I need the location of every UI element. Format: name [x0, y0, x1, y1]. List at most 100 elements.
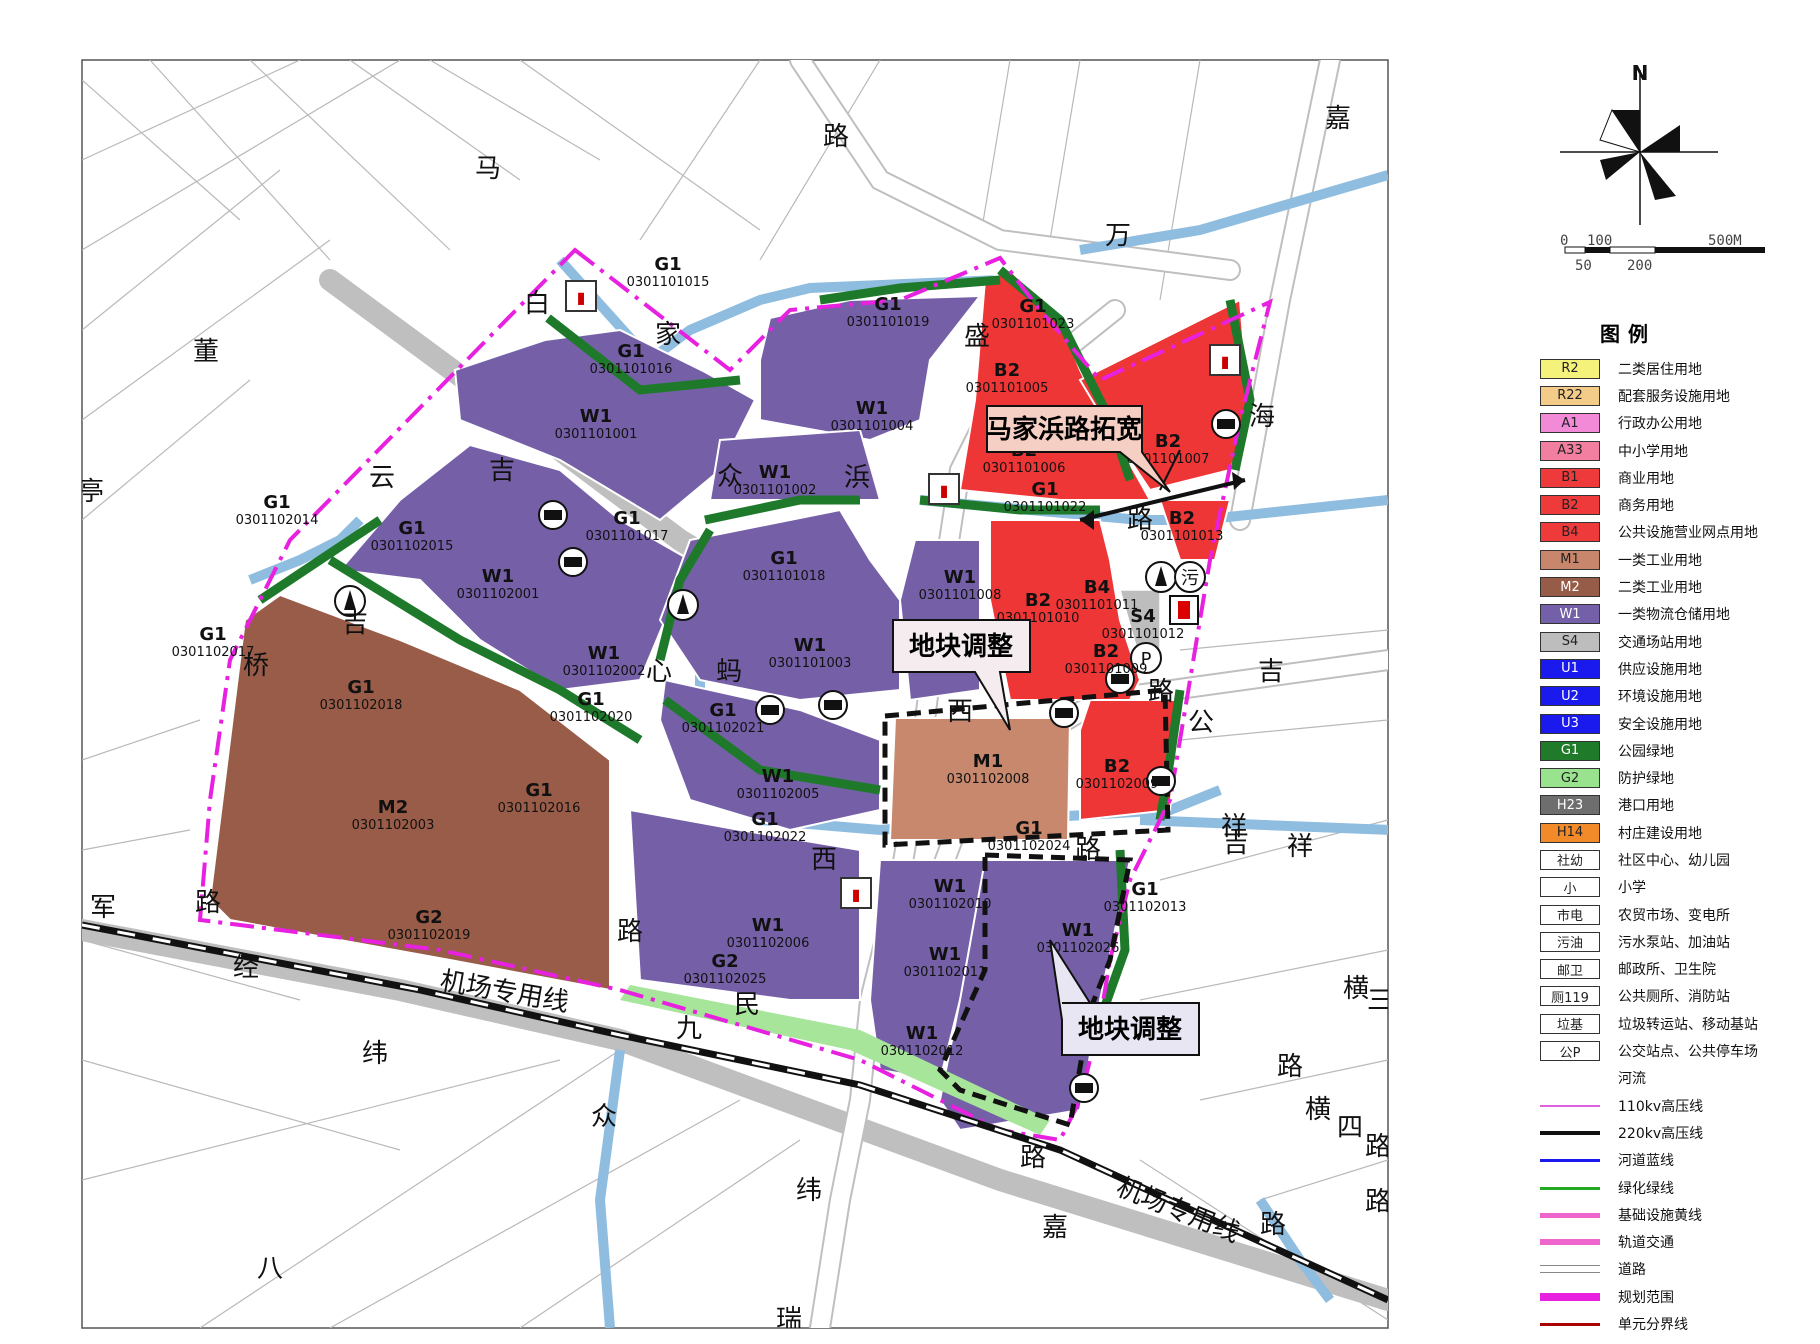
bus-stop-icon: [755, 695, 785, 725]
legend-item: 垃基 垃圾转运站、移动基站: [1540, 1010, 1810, 1037]
legend-swatch: R22: [1540, 385, 1600, 406]
legend-swatch: [1540, 1204, 1600, 1225]
parcel-code: W1: [759, 462, 791, 483]
parcel-id: 0301102006: [727, 936, 810, 951]
legend-label: 小学: [1618, 880, 1646, 897]
parcel-code: G1: [525, 780, 552, 801]
road-label: 路: [1260, 1210, 1286, 1240]
legend-item: B2 商务用地: [1540, 491, 1810, 518]
legend-swatch: M2: [1540, 577, 1600, 598]
parcel-code: W1: [580, 406, 612, 427]
parcel-code: G1: [199, 624, 226, 645]
legend-label: 公共设施营业网点用地: [1618, 525, 1758, 542]
parcel-code: W1: [588, 643, 620, 664]
parcel-id: 0301101015: [627, 275, 710, 290]
legend-label: 社区中心、幼儿园: [1618, 852, 1730, 869]
parcel-id: 0301102002: [563, 664, 646, 679]
callout-adjust-2-text: 地块调整: [1078, 1014, 1182, 1045]
legend-item: 邮卫 邮政所、卫生院: [1540, 956, 1810, 983]
road-label: 公: [1188, 708, 1214, 738]
parcel-id: 0301102012: [881, 1044, 964, 1059]
legend-swatch: 厕119: [1540, 986, 1600, 1007]
legend-item: 社幼 社区中心、幼儿园: [1540, 846, 1810, 873]
scale-label-100: 100: [1587, 233, 1612, 249]
legend-label: 交通场站用地: [1618, 634, 1702, 651]
legend-label: 110kv高压线: [1618, 1098, 1704, 1115]
road-label: 心: [646, 657, 672, 687]
road-label: 三: [1367, 986, 1393, 1016]
legend-label: 中小学用地: [1618, 443, 1688, 460]
scale-bar: 0 100 500M 50 200: [1560, 233, 1765, 274]
legend-title: 图例: [1600, 322, 1656, 346]
parcel-id: 0301101003: [769, 656, 852, 671]
legend-swatch: G2: [1540, 768, 1600, 789]
road-label: 横: [1343, 974, 1369, 1004]
parcel-code: G1: [654, 254, 681, 275]
parcel-code: B2: [1093, 641, 1119, 662]
wc-icon: ▮: [1209, 344, 1241, 376]
bus-stop-icon: [818, 690, 848, 720]
svg-text:▮: ▮: [852, 885, 861, 904]
legend-item: 市电 农贸市场、变电所: [1540, 901, 1810, 928]
legend-label: 邮政所、卫生院: [1618, 962, 1716, 979]
parcel-code: G1: [874, 294, 901, 315]
parcel-code: G1: [613, 508, 640, 529]
legend-label: 环境设施用地: [1618, 689, 1702, 706]
legend-label: 农贸市场、变电所: [1618, 907, 1730, 924]
parcel-id: 0301102005: [737, 787, 820, 802]
legend-label: 公共厕所、消防站: [1618, 989, 1730, 1006]
legend-item: U1 供应设施用地: [1540, 655, 1810, 682]
parcel-id: 0301101009: [1065, 662, 1148, 677]
road-label: 白: [524, 289, 550, 319]
legend-swatch: 邮卫: [1540, 959, 1600, 980]
road-label: 吉: [1258, 657, 1284, 687]
legend-label: 轨道交通: [1618, 1235, 1674, 1252]
legend-swatch: [1540, 1095, 1600, 1116]
north-label: N: [1632, 61, 1649, 85]
parcel-id: 0301101019: [847, 315, 930, 330]
road-label: 盛: [964, 322, 990, 352]
road-label: 西: [947, 697, 973, 727]
legend-swatch: 垃基: [1540, 1013, 1600, 1034]
parcel-id: 0301101004: [831, 419, 914, 434]
road-label: 西: [811, 845, 837, 875]
parcel-id: 0301102011: [904, 965, 987, 980]
road-label: 吉: [1223, 829, 1249, 859]
road-label: 董: [193, 337, 219, 367]
road-label: 路: [617, 917, 643, 947]
legend-swatch: [1540, 1150, 1600, 1171]
legend-label: 道路: [1618, 1262, 1646, 1279]
legend-item: 污油 污水泵站、加油站: [1540, 928, 1810, 955]
legend-item: M1 一类工业用地: [1540, 546, 1810, 573]
parcel-code: G1: [398, 518, 425, 539]
legend-label: 配套服务设施用地: [1618, 388, 1730, 405]
parcel-code: G1: [709, 700, 736, 721]
mobile-base-station-icon: [667, 589, 699, 621]
parcel-id: 0301102022: [724, 830, 807, 845]
scale-label-50: 50: [1575, 258, 1592, 274]
parcel-id: 0301102021: [682, 721, 765, 736]
road-label: 纬: [796, 1176, 822, 1206]
legend-item: B1 商业用地: [1540, 464, 1810, 491]
parcel-code: W1: [944, 567, 976, 588]
wc-icon: ▮: [565, 280, 597, 312]
legend-swatch: 市电: [1540, 904, 1600, 925]
parcel-id: 0301102003: [352, 818, 435, 833]
parcel-code: W1: [906, 1023, 938, 1044]
parcel-code: B2: [994, 360, 1020, 381]
legend-swatch: S4: [1540, 631, 1600, 652]
parcel-code: G1: [263, 492, 290, 513]
svg-text:▮: ▮: [1221, 352, 1230, 371]
scale-label-0: 0: [1560, 233, 1568, 249]
road-label: 纬: [362, 1039, 388, 1069]
scale-label-200: 200: [1627, 258, 1652, 274]
legend-item: 轨道交通: [1540, 1229, 1810, 1256]
scale-label-500m: 500M: [1708, 233, 1742, 249]
parcel-code: G1: [770, 548, 797, 569]
legend-swatch: [1540, 1177, 1600, 1198]
parcel-id: 0301102025: [684, 972, 767, 987]
parcel-id: 0301101001: [555, 427, 638, 442]
svg-text:▮: ▮: [577, 288, 586, 307]
road-label: 嘉: [1042, 1213, 1068, 1243]
parcel-code: G2: [711, 951, 738, 972]
